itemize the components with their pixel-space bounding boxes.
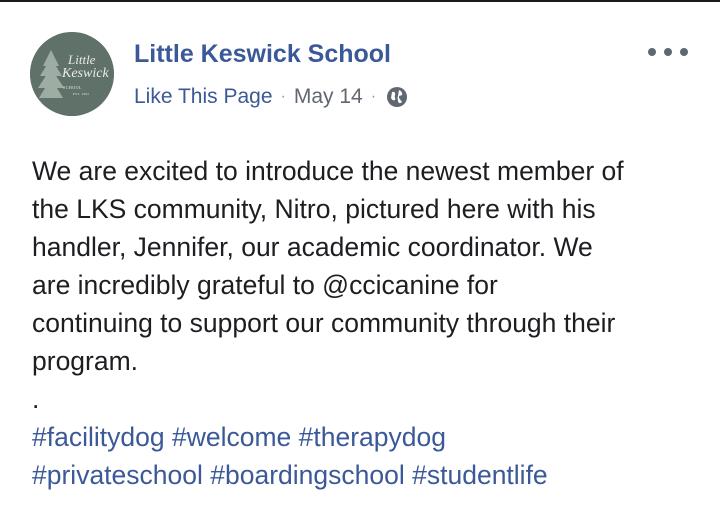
more-options-icon: [680, 48, 688, 56]
post-date-link[interactable]: May 14: [294, 85, 363, 109]
hashtag-link[interactable]: #boardingschool: [210, 460, 404, 490]
hashtag-link[interactable]: #studentlife: [412, 460, 548, 490]
hashtag-link[interactable]: #privateschool: [32, 460, 203, 490]
post-text-line: are incredibly grateful to @ccicanine fo…: [32, 270, 498, 300]
avatar-logo-subtext: SCHOOL: [63, 85, 83, 90]
more-options-icon: [664, 48, 672, 56]
post-text-line: the LKS community, Nitro, pictured here …: [32, 194, 596, 224]
page-avatar[interactable]: Little Keswick SCHOOL EST. 1963: [30, 32, 114, 116]
post-text: We are excited to introduce the newest m…: [32, 152, 702, 494]
post-text-line: handler, Jennifer, our academic coordina…: [32, 232, 593, 262]
meta-separator: ·: [370, 88, 377, 105]
hashtag-link[interactable]: #welcome: [172, 422, 291, 452]
post-text-line: program.: [32, 346, 139, 376]
hashtag-line: #facilitydog #welcome #therapydog: [32, 418, 702, 456]
globe-icon[interactable]: [386, 86, 408, 108]
hashtag-line: #privateschool #boardingschool #studentl…: [32, 456, 702, 494]
more-options-icon: [648, 48, 656, 56]
page-name-link[interactable]: Little Keswick School: [134, 40, 391, 69]
avatar-logo-text: Keswick: [62, 66, 109, 81]
avatar-logo-subtext: EST. 1963: [73, 92, 90, 96]
like-page-link[interactable]: Like This Page: [134, 85, 273, 109]
post-text-line: continuing to support our community thro…: [32, 308, 616, 338]
more-options-button[interactable]: [648, 42, 688, 62]
post-text-line: We are excited to introduce the newest m…: [32, 156, 624, 186]
meta-separator: ·: [280, 88, 286, 105]
hashtag-link[interactable]: #therapydog: [299, 422, 446, 452]
post-meta: Like This Page · May 14 ·: [134, 85, 408, 109]
hashtag-link[interactable]: #facilitydog: [32, 422, 165, 452]
facebook-post: Little Keswick SCHOOL EST. 1963 Little K…: [0, 0, 720, 516]
post-text-line: .: [32, 384, 40, 414]
